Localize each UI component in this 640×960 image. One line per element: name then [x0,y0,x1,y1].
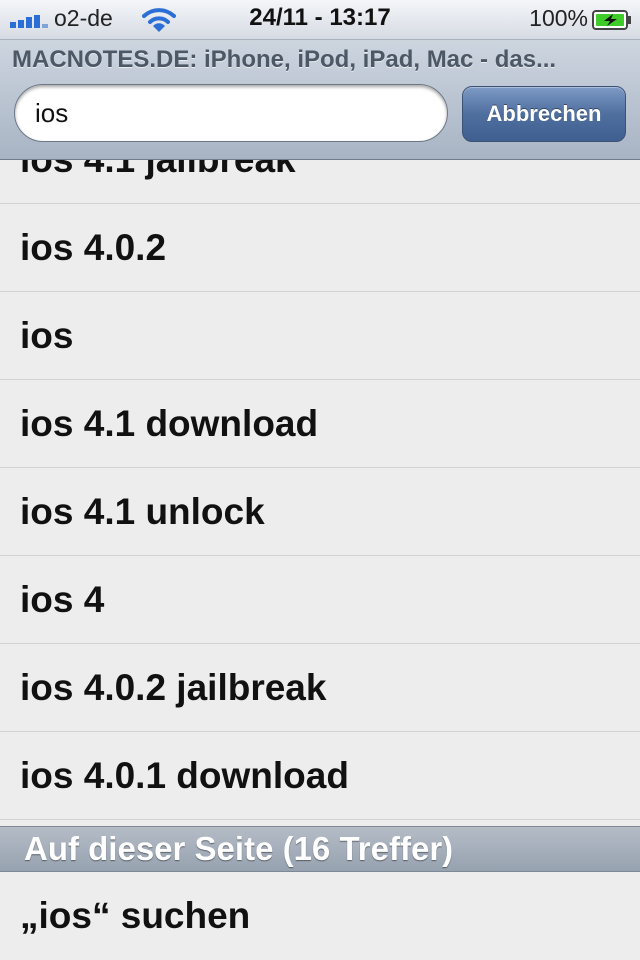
suggestion-item[interactable]: ios 4.0.2 [0,204,640,292]
suggestion-item[interactable]: ios 4.0.2 jailbreak [0,644,640,732]
suggestion-item[interactable]: ios [0,292,640,380]
suggestion-item[interactable]: ios 4.1 jailbreak [0,160,640,204]
find-on-page-button[interactable]: „ios“ suchen [0,872,640,960]
battery-charging-icon [592,10,631,30]
battery-percentage: 100% [529,5,588,31]
suggestion-item[interactable]: ios 4 [0,556,640,644]
status-bar: o2-de 24/11 - 13:17 100% [0,0,640,40]
suggestion-item[interactable]: ios 4.0.1 download [0,732,640,820]
on-page-section-header: Auf dieser Seite (16 Treffer) [0,826,640,872]
suggestion-item[interactable]: ios 4.1 download [0,380,640,468]
suggestion-item[interactable]: ios 4.1 unlock [0,468,640,556]
suggestion-list: ios 4.1 jailbreak ios 4.0.2 ios ios 4.1 … [0,160,640,826]
search-header: MACNOTES.DE: iPhone, iPod, iPad, Mac - d… [0,40,640,160]
cancel-button[interactable]: Abbrechen [462,86,626,142]
page-title: MACNOTES.DE: iPhone, iPod, iPad, Mac - d… [12,46,557,73]
search-input[interactable] [14,84,448,142]
